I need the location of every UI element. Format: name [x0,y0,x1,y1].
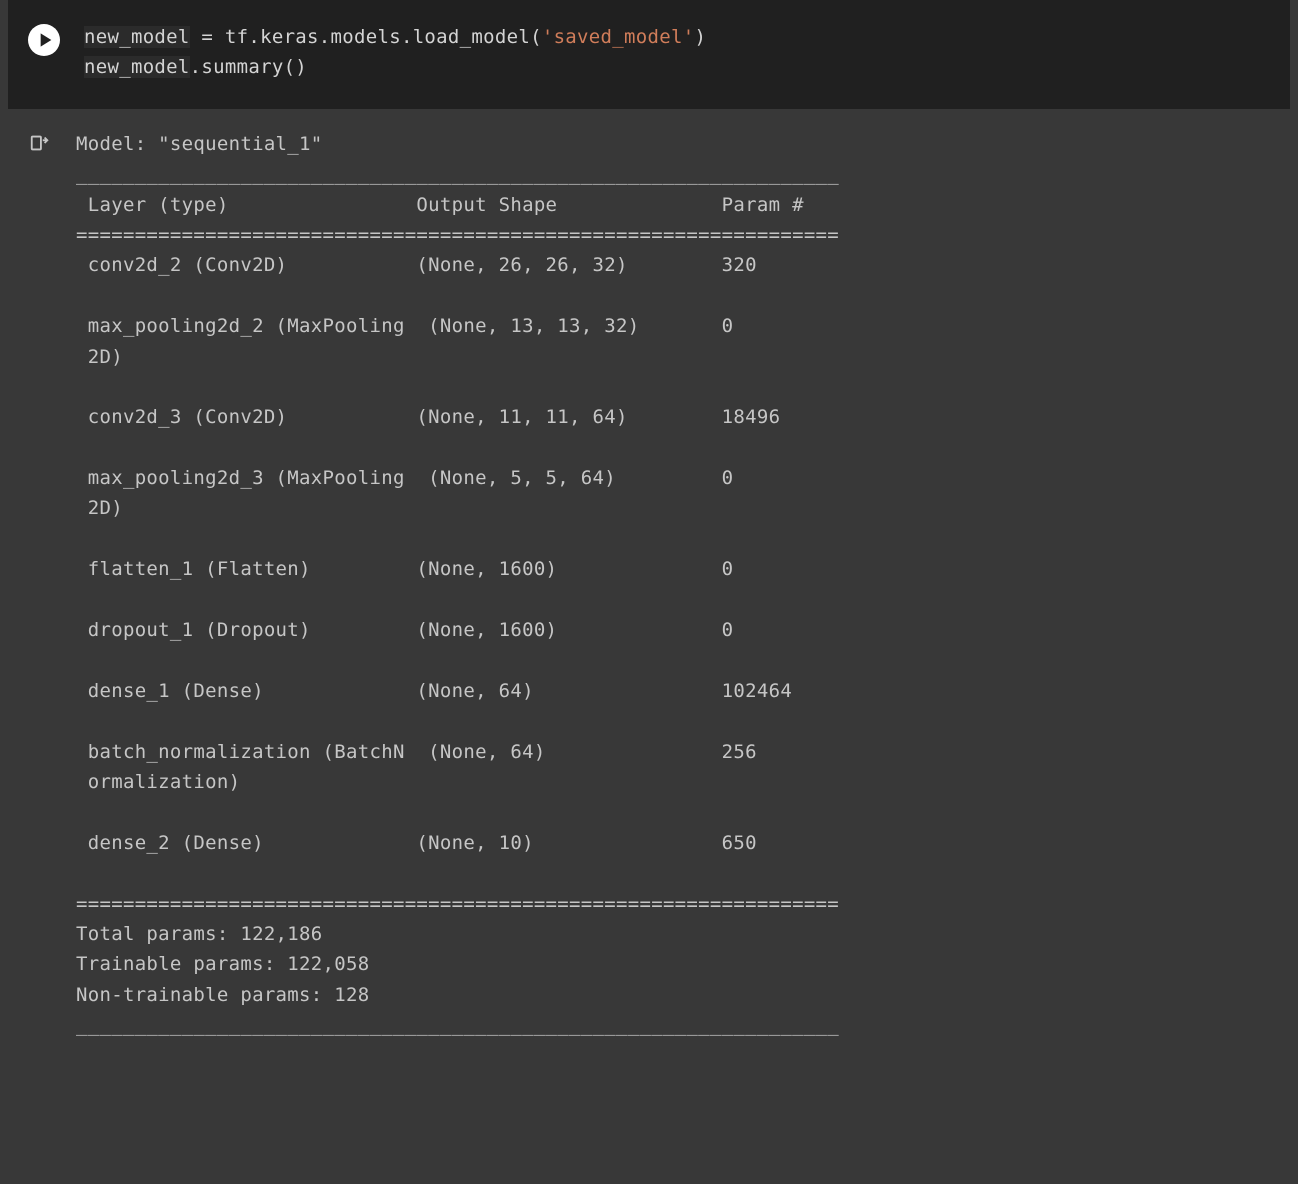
table-row: dropout_1 (Dropout) (None, 1600) 0 [76,619,839,641]
table-row [76,862,839,884]
table-row [76,589,839,611]
code-token-string: 'saved_model' [542,26,695,48]
table-row: 2D) [76,497,839,519]
table-row: ormalization) [76,771,839,793]
output-indicator-icon[interactable] [28,131,52,155]
table-row [76,710,839,732]
table-row: max_pooling2d_2 (MaxPooling (None, 13, 1… [76,315,839,337]
table-row [76,528,839,550]
output-trainable-params: Trainable params: 122,058 [76,953,369,975]
table-row [76,376,839,398]
table-row: conv2d_3 (Conv2D) (None, 11, 11, 64) 184… [76,406,839,428]
output-rule: ________________________________________… [76,163,839,185]
output-total-params: Total params: 122,186 [76,923,323,945]
code-content[interactable]: new_model = tf.keras.models.load_model('… [84,22,706,83]
code-token: ) [694,26,706,48]
table-row [76,801,839,823]
output-rule: ========================================… [76,224,839,246]
table-row [76,649,839,671]
code-token: .summary() [190,56,307,78]
code-cell: new_model = tf.keras.models.load_model('… [8,0,1290,109]
output-header: Layer (type) Output Shape Param # [76,194,839,216]
table-row: dense_2 (Dense) (None, 10) 650 [76,832,839,854]
table-row: batch_normalization (BatchN (None, 64) 2… [76,741,839,763]
output-content: Model: "sequential_1" __________________… [76,129,839,1041]
code-token-var: new_model [84,56,190,78]
output-non-trainable-params: Non-trainable params: 128 [76,984,369,1006]
table-row: 2D) [76,346,839,368]
table-row [76,437,839,459]
code-token: = tf.keras.models.load_model( [190,26,542,48]
table-row: conv2d_2 (Conv2D) (None, 26, 26, 32) 320 [76,254,839,276]
output-cell: Model: "sequential_1" __________________… [0,123,1298,1061]
output-rule: ========================================… [76,893,839,915]
output-rule: ________________________________________… [76,1014,839,1036]
code-token-var: new_model [84,26,190,48]
table-row: dense_1 (Dense) (None, 64) 102464 [76,680,839,702]
play-icon [38,32,54,48]
output-model-line: Model: "sequential_1" [76,133,323,155]
table-row: flatten_1 (Flatten) (None, 1600) 0 [76,558,839,580]
run-button[interactable] [28,24,60,56]
table-row: max_pooling2d_3 (MaxPooling (None, 5, 5,… [76,467,839,489]
table-row [76,285,839,307]
